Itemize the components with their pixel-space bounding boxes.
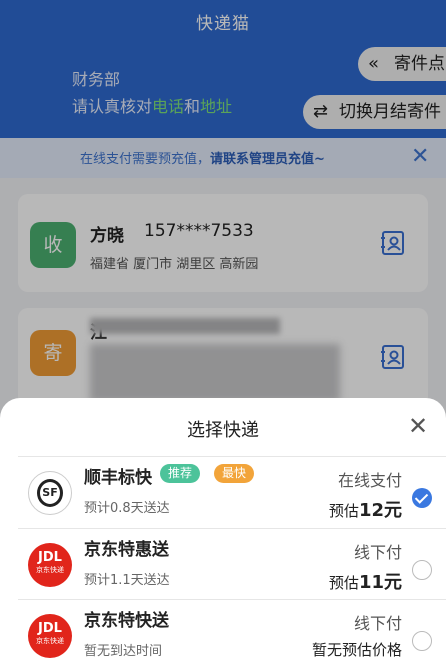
payment-method: 线下付 [353,614,402,633]
carrier-option-jd-economy[interactable]: JDL 京东快递 京东特惠送 预计1.1天送达 线下付 预估11元 [18,528,446,600]
carrier-option-sf-standard[interactable]: SF 顺丰标快 推荐 最快 预计0.8天送达 在线支付 预估12元 [18,456,446,528]
price-estimate: 预估11元 [328,572,402,593]
payment-method: 线下付 [353,543,402,562]
carrier-name: 顺丰标快 [84,468,152,488]
tag-fastest: 最快 [214,464,255,483]
carrier-picker-sheet: 选择快递 ✕ SF 顺丰标快 推荐 最快 预计0.8天送达 在线支付 预估12元… [0,398,446,658]
select-radio-checked[interactable] [412,488,432,508]
price-estimate: 暂无预估价格 [311,641,402,658]
payment-method: 在线支付 [337,471,402,490]
jd-logistics-logo-icon: JDL 京东快递 [28,543,72,587]
price-estimate: 预估12元 [328,500,402,521]
sf-express-logo-icon: SF [28,471,72,515]
delivery-estimate: 预计0.8天送达 [84,501,170,516]
carrier-name: 京东特惠送 [84,540,169,560]
select-radio[interactable] [412,560,432,580]
sheet-close-icon[interactable]: ✕ [408,412,428,440]
select-radio[interactable] [412,631,432,651]
delivery-estimate: 暂无到达时间 [84,644,163,658]
delivery-estimate: 预计1.1天送达 [84,573,170,588]
sheet-title: 选择快递 [187,420,259,441]
tag-recommended: 推荐 [160,464,201,483]
carrier-option-jd-express[interactable]: JDL 京东快递 京东特快送 暂无到达时间 线下付 暂无预估价格 [18,599,446,658]
carrier-name: 京东特快送 [84,611,169,631]
jd-logistics-logo-icon: JDL 京东快递 [28,614,72,658]
